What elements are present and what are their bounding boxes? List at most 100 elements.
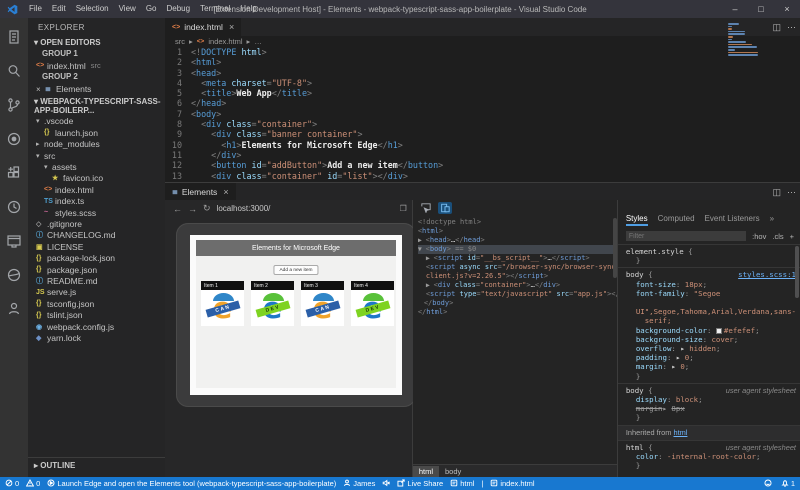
dom-node[interactable]: <script async src="/browser-sync/browser… bbox=[418, 263, 617, 272]
dom-node[interactable]: ▼ <body> == $0 bbox=[418, 245, 617, 254]
more-actions-icon[interactable]: ⋯ bbox=[787, 187, 796, 198]
more-actions-icon[interactable]: ⋯ bbox=[787, 22, 796, 33]
new-rule-button[interactable]: + bbox=[790, 232, 794, 241]
menu-debug[interactable]: Debug bbox=[161, 0, 195, 18]
file-row-changelog-md[interactable]: ⓘCHANGELOG.md bbox=[28, 230, 165, 241]
menu-selection[interactable]: Selection bbox=[71, 0, 114, 18]
file-row--vscode[interactable]: ▾.vscode bbox=[28, 116, 165, 127]
tab-close-icon[interactable]: × bbox=[223, 187, 228, 197]
dom-node[interactable]: <html> bbox=[418, 227, 617, 236]
status-edge-target[interactable]: html bbox=[450, 479, 474, 489]
breadcrumb-symbol[interactable]: … bbox=[254, 37, 262, 46]
maximize-button[interactable]: □ bbox=[748, 0, 774, 18]
styles-filter-input[interactable] bbox=[626, 231, 746, 241]
file-row-package-json[interactable]: {}package.json bbox=[28, 264, 165, 275]
tab-close-icon[interactable]: × bbox=[229, 22, 234, 32]
file-row--gitignore[interactable]: ◇.gitignore bbox=[28, 218, 165, 229]
file-row-tslint-json[interactable]: {}tslint.json bbox=[28, 309, 165, 320]
activity-edge-tools[interactable] bbox=[0, 260, 28, 294]
file-row-assets[interactable]: ▾assets bbox=[28, 161, 165, 172]
tab-index-html[interactable]: <> index.html × bbox=[165, 18, 241, 36]
url-bar[interactable]: localhost:3000/ bbox=[217, 204, 271, 213]
activity-search[interactable] bbox=[0, 56, 28, 90]
close-icon[interactable]: × bbox=[36, 85, 45, 94]
dom-crumb-html[interactable]: html bbox=[413, 466, 439, 477]
file-row-webpack-config-js[interactable]: ◉webpack.config.js bbox=[28, 321, 165, 332]
file-row-index-ts[interactable]: TSindex.ts bbox=[28, 196, 165, 207]
split-editor-icon[interactable]: ◫ bbox=[772, 22, 781, 33]
element-class-button[interactable]: .cls bbox=[772, 232, 783, 241]
menu-go[interactable]: Go bbox=[141, 0, 162, 18]
status-mute[interactable] bbox=[382, 479, 390, 489]
tab-elements[interactable]: ≣ Elements × bbox=[165, 183, 236, 201]
outline-section[interactable]: ▸ OUTLINE bbox=[28, 457, 165, 473]
styles-tab-styles[interactable]: Styles bbox=[626, 214, 648, 226]
dom-node[interactable]: <script type="text/javascript" src="app.… bbox=[418, 290, 617, 299]
breadcrumb-src[interactable]: src bbox=[175, 37, 185, 46]
menu-file[interactable]: File bbox=[24, 0, 47, 18]
dom-node[interactable]: </html> bbox=[418, 308, 617, 317]
dom-node[interactable]: client.js?v=2.26.5"></script> bbox=[418, 272, 617, 281]
status-warning[interactable]: 0 bbox=[26, 479, 40, 489]
open-in-browser-icon[interactable]: ❐ bbox=[400, 204, 407, 213]
activity-extensions[interactable] bbox=[0, 158, 28, 192]
minimap[interactable] bbox=[728, 23, 762, 57]
activity-files[interactable] bbox=[0, 22, 28, 56]
file-row-package-lock-json[interactable]: {}package-lock.json bbox=[28, 252, 165, 263]
file-row-index-html[interactable]: <>index.htmlsrc bbox=[28, 60, 165, 71]
style-rule[interactable]: body {styles.scss:1font-size: 18px;font-… bbox=[618, 267, 800, 382]
root-folder-header[interactable]: ▾ WEBPACK-TYPESCRIPT-SASS-APP-BOILERP... bbox=[28, 95, 165, 116]
pseudo-state-button[interactable]: :hov bbox=[752, 232, 766, 241]
dom-node[interactable]: ▶ <div class="container">…</div> bbox=[418, 281, 617, 290]
stylesheet-link[interactable]: styles.scss:1 bbox=[738, 270, 796, 279]
style-rule[interactable]: body {user agent stylesheetdisplay: bloc… bbox=[618, 383, 800, 425]
file-row-index-html[interactable]: <>index.html bbox=[28, 184, 165, 195]
file-row-yarn-lock[interactable]: ◆yarn.lock bbox=[28, 332, 165, 343]
back-icon[interactable]: ← bbox=[173, 204, 182, 214]
open-editors-header[interactable]: ▾ OPEN EDITORS bbox=[28, 36, 165, 48]
styles-tab-event-listeners[interactable]: Event Listeners bbox=[705, 214, 760, 226]
file-row-node-modules[interactable]: ▸node_modules bbox=[28, 139, 165, 150]
style-rules[interactable]: element.style {}body {styles.scss:1font-… bbox=[618, 244, 800, 472]
status-edge-target[interactable]: index.html bbox=[490, 479, 534, 489]
file-row-src[interactable]: ▾src bbox=[28, 150, 165, 161]
inspect-element-icon[interactable] bbox=[419, 202, 433, 214]
menu-edit[interactable]: Edit bbox=[47, 0, 71, 18]
status-launch[interactable]: Launch Edge and open the Elements tool (… bbox=[47, 479, 336, 489]
activity-source-control[interactable] bbox=[0, 90, 28, 124]
dom-node[interactable]: </body> bbox=[418, 299, 617, 308]
file-row-readme-md[interactable]: ⓘREADME.md bbox=[28, 275, 165, 286]
device-toolbar-icon[interactable] bbox=[438, 202, 452, 214]
dom-node[interactable]: ▶ <head>…</head> bbox=[418, 236, 617, 245]
breadcrumb[interactable]: src ▸ <> index.html ▸ … bbox=[165, 36, 800, 47]
file-row-serve-js[interactable]: JSserve.js bbox=[28, 287, 165, 298]
close-button[interactable]: × bbox=[774, 0, 800, 18]
refresh-icon[interactable]: ↻ bbox=[203, 203, 211, 214]
dom-node[interactable]: ▶ <script id="__bs_script__">…</script> bbox=[418, 254, 617, 263]
split-editor-icon[interactable]: ◫ bbox=[772, 187, 781, 198]
forward-icon[interactable]: → bbox=[188, 204, 197, 214]
inherited-link[interactable]: html bbox=[673, 428, 687, 437]
activity-history[interactable] bbox=[0, 192, 28, 226]
dom-crumb-body[interactable]: body bbox=[439, 466, 467, 477]
styles-tab--[interactable]: » bbox=[770, 214, 774, 226]
style-rule[interactable]: html {user agent stylesheetcolor: -inter… bbox=[618, 440, 800, 473]
code-editor[interactable]: 1<!DOCTYPE html>2<html>3<head>4 <meta ch… bbox=[165, 47, 800, 181]
activity-debug[interactable] bbox=[0, 124, 28, 158]
dom-scrollbar[interactable] bbox=[613, 218, 617, 278]
style-rule[interactable]: element.style {} bbox=[618, 244, 800, 267]
activity-remote[interactable] bbox=[0, 294, 28, 328]
status-share[interactable]: Live Share bbox=[397, 479, 443, 489]
dom-node[interactable]: <!doctype html> bbox=[418, 218, 617, 227]
file-row-elements[interactable]: ×≣Elements bbox=[28, 83, 165, 94]
add-item-button[interactable]: Add a new item bbox=[273, 265, 318, 275]
file-row-launch-json[interactable]: {}launch.json bbox=[28, 127, 165, 138]
status-feedback[interactable] bbox=[764, 479, 772, 489]
status-person[interactable]: James bbox=[343, 479, 375, 489]
breadcrumb-file[interactable]: index.html bbox=[208, 37, 242, 46]
file-row-styles-scss[interactable]: ~styles.scss bbox=[28, 207, 165, 218]
minimize-button[interactable]: – bbox=[722, 0, 748, 18]
menu-view[interactable]: View bbox=[114, 0, 141, 18]
file-row-favicon-ico[interactable]: ★favicon.ico bbox=[28, 173, 165, 184]
activity-browser-preview[interactable] bbox=[0, 226, 28, 260]
